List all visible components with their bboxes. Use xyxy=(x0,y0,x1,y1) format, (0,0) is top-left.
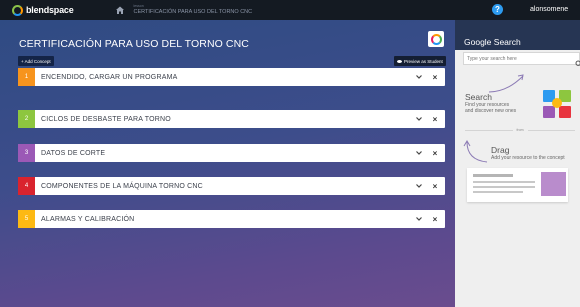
sidebar-title: Google Search xyxy=(464,37,521,47)
search-hint-title: Search xyxy=(465,92,492,102)
concept-number: 2 xyxy=(18,110,35,128)
search-hint-line: and discover new ones xyxy=(465,108,517,114)
concept-number: 5 xyxy=(18,210,35,228)
search-box xyxy=(463,52,580,66)
concept-label: ALARMAS Y CALIBRACIÓN xyxy=(41,215,135,223)
user-name[interactable]: alonsomene xyxy=(530,6,568,13)
home-icon[interactable] xyxy=(114,4,126,16)
blendspace-logo[interactable]: blendspace xyxy=(12,4,74,16)
concept-label: CICLOS DE DESBASTE PARA TORNO xyxy=(41,115,171,123)
breadcrumb-title: CERTIFICACIÓN PARA USO DEL TORNO CNC xyxy=(133,8,253,15)
page-title: CERTIFICACIÓN PARA USO DEL TORNO CNC xyxy=(19,38,249,50)
resource-tiles-icon xyxy=(541,88,575,122)
preview-label: Preview as Student xyxy=(404,58,443,64)
concept-label: ENCENDIDO, CARGAR UN PROGRAMA xyxy=(41,73,178,81)
preview-as-student-button[interactable]: Preview as Student xyxy=(394,56,446,66)
close-icon[interactable]: × xyxy=(431,214,439,224)
search-icon[interactable] xyxy=(575,55,580,66)
divider-text: from xyxy=(516,128,524,132)
add-concept-button[interactable]: + Add Concept xyxy=(18,56,54,66)
close-icon[interactable]: × xyxy=(431,148,439,158)
concept-number: 1 xyxy=(18,68,35,86)
close-icon[interactable]: × xyxy=(431,72,439,82)
concept-label: DATOS DE CORTE xyxy=(41,149,106,157)
drag-hint-text: Add your resource to the concept xyxy=(491,155,565,161)
concept-number: 3 xyxy=(18,144,35,162)
concept-row[interactable]: 5 ALARMAS Y CALIBRACIÓN × xyxy=(18,210,445,228)
concept-label: COMPONENTES DE LA MÁQUINA TORNO CNC xyxy=(41,182,203,190)
chevron-down-icon[interactable] xyxy=(415,182,423,190)
drag-hint: Drag Add your resource to the concept xyxy=(491,145,565,161)
breadcrumb-sub: lesson xyxy=(133,4,144,8)
logo-ring-icon xyxy=(12,4,23,16)
chevron-down-icon[interactable] xyxy=(415,115,423,123)
close-icon[interactable]: × xyxy=(431,114,439,124)
concept-row[interactable]: 4 COMPONENTES DE LA MÁQUINA TORNO CNC × xyxy=(18,177,445,195)
chevron-down-icon[interactable] xyxy=(415,73,423,81)
chevron-down-icon[interactable] xyxy=(415,149,423,157)
breadcrumb[interactable]: lesson CERTIFICACIÓN PARA USO DEL TORNO … xyxy=(133,4,253,15)
top-bar: blendspace lesson CERTIFICACIÓN PARA USO… xyxy=(0,0,580,20)
divider: from xyxy=(465,128,575,132)
curved-arrow-icon xyxy=(488,74,524,93)
resource-card-illustration xyxy=(467,168,568,202)
lesson-ring-icon[interactable] xyxy=(428,31,444,47)
logo-text: blendspace xyxy=(26,5,74,15)
lesson-canvas: CERTIFICACIÓN PARA USO DEL TORNO CNC + A… xyxy=(0,20,455,307)
curved-arrow-icon xyxy=(463,140,488,163)
chevron-down-icon[interactable] xyxy=(415,215,423,223)
concept-row[interactable]: 3 DATOS DE CORTE × xyxy=(18,144,445,162)
search-hint: Search Find your resources and discover … xyxy=(465,92,516,114)
concept-number: 4 xyxy=(18,177,35,195)
search-input[interactable] xyxy=(464,55,568,62)
close-icon[interactable]: × xyxy=(431,181,439,191)
concept-row[interactable]: 2 CICLOS DE DESBASTE PARA TORNO × xyxy=(18,110,445,128)
concept-row[interactable]: 1 ENCENDIDO, CARGAR UN PROGRAMA × xyxy=(18,68,445,86)
resource-sidebar: Google Search Search Find your resources… xyxy=(455,20,580,307)
question-mark-icon[interactable]: ? xyxy=(492,4,503,15)
eye-icon xyxy=(397,59,402,63)
drag-hint-title: Drag xyxy=(491,145,510,155)
